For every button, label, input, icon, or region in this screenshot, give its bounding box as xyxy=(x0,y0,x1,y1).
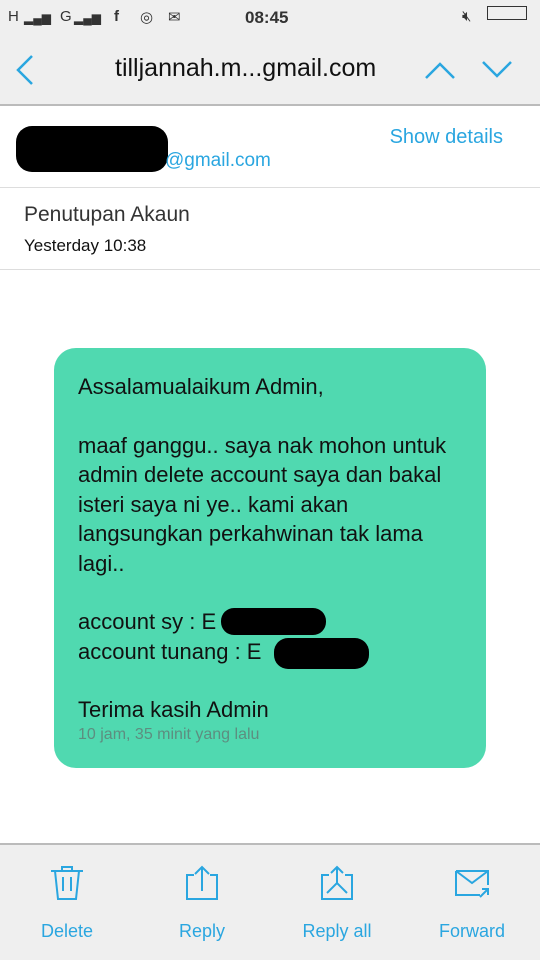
top-bar: tilljannah.m...gmail.com xyxy=(0,36,540,106)
closing: Terima kasih Admin xyxy=(78,697,269,722)
message-body: maaf ganggu.. saya nak mohon untuk admin… xyxy=(78,432,447,576)
mail-icon: ✉ xyxy=(168,9,181,26)
network-g: G xyxy=(60,8,72,25)
account-line: account sy : E xyxy=(78,607,462,637)
redacted-account xyxy=(221,608,326,635)
delete-label: Delete xyxy=(40,921,94,941)
status-bar: H ▂▄▆ G ▂▄▆ f ◎ ✉ 08:45 🔇︎ xyxy=(0,0,540,36)
reply-icon xyxy=(186,865,218,900)
time-ago: 10 jam, 35 minit yang lalu xyxy=(78,725,260,743)
reply-button[interactable]: Reply xyxy=(152,845,252,962)
account-tunang: account tunang : E xyxy=(78,638,262,664)
action-bar: Delete Reply Reply all Forward xyxy=(0,843,540,960)
message-bubble: Assalamualaikum Admin, maaf ganggu.. say… xyxy=(54,348,486,768)
subject-title: Penutupan Akaun xyxy=(24,203,190,226)
account-line: account tunang : E xyxy=(78,637,462,669)
chevron-up-icon[interactable] xyxy=(424,60,456,80)
forward-label: Forward xyxy=(438,921,505,941)
sender-row: @gmail.com Show details xyxy=(0,106,540,188)
show-details-link[interactable]: Show details xyxy=(390,126,503,149)
battery-icon xyxy=(487,6,527,24)
back-icon[interactable] xyxy=(14,54,36,86)
greeting: Assalamualaikum Admin, xyxy=(78,374,324,399)
signal-icon: ▂▄▆ xyxy=(24,11,51,25)
subject-row: Penutupan Akaun Yesterday 10:38 xyxy=(0,188,540,270)
delete-button[interactable]: Delete xyxy=(17,845,117,962)
account-sy: account sy : E xyxy=(78,609,217,634)
network-h: H xyxy=(8,8,19,25)
reply-all-button[interactable]: Reply all xyxy=(287,845,387,962)
whatsapp-icon: ◎ xyxy=(140,9,154,26)
sender-email: @gmail.com xyxy=(165,150,271,171)
reply-label: Reply xyxy=(178,921,226,941)
facebook-icon: f xyxy=(114,8,119,25)
trash-icon xyxy=(51,866,83,900)
redacted-account xyxy=(274,637,369,669)
reply-all-icon xyxy=(321,865,353,900)
forward-icon xyxy=(455,870,489,898)
clock: 08:45 xyxy=(245,8,289,27)
header-title: tilljannah.m...gmail.com xyxy=(115,54,377,82)
reply-all-label: Reply all xyxy=(302,921,372,941)
chevron-down-icon[interactable] xyxy=(481,60,513,80)
forward-button[interactable]: Forward xyxy=(422,845,522,962)
signal-icon: ▂▄▆ xyxy=(74,11,101,25)
redacted-name xyxy=(16,126,168,172)
subject-date: Yesterday 10:38 xyxy=(24,236,147,255)
mute-icon: 🔇︎ xyxy=(462,8,472,25)
